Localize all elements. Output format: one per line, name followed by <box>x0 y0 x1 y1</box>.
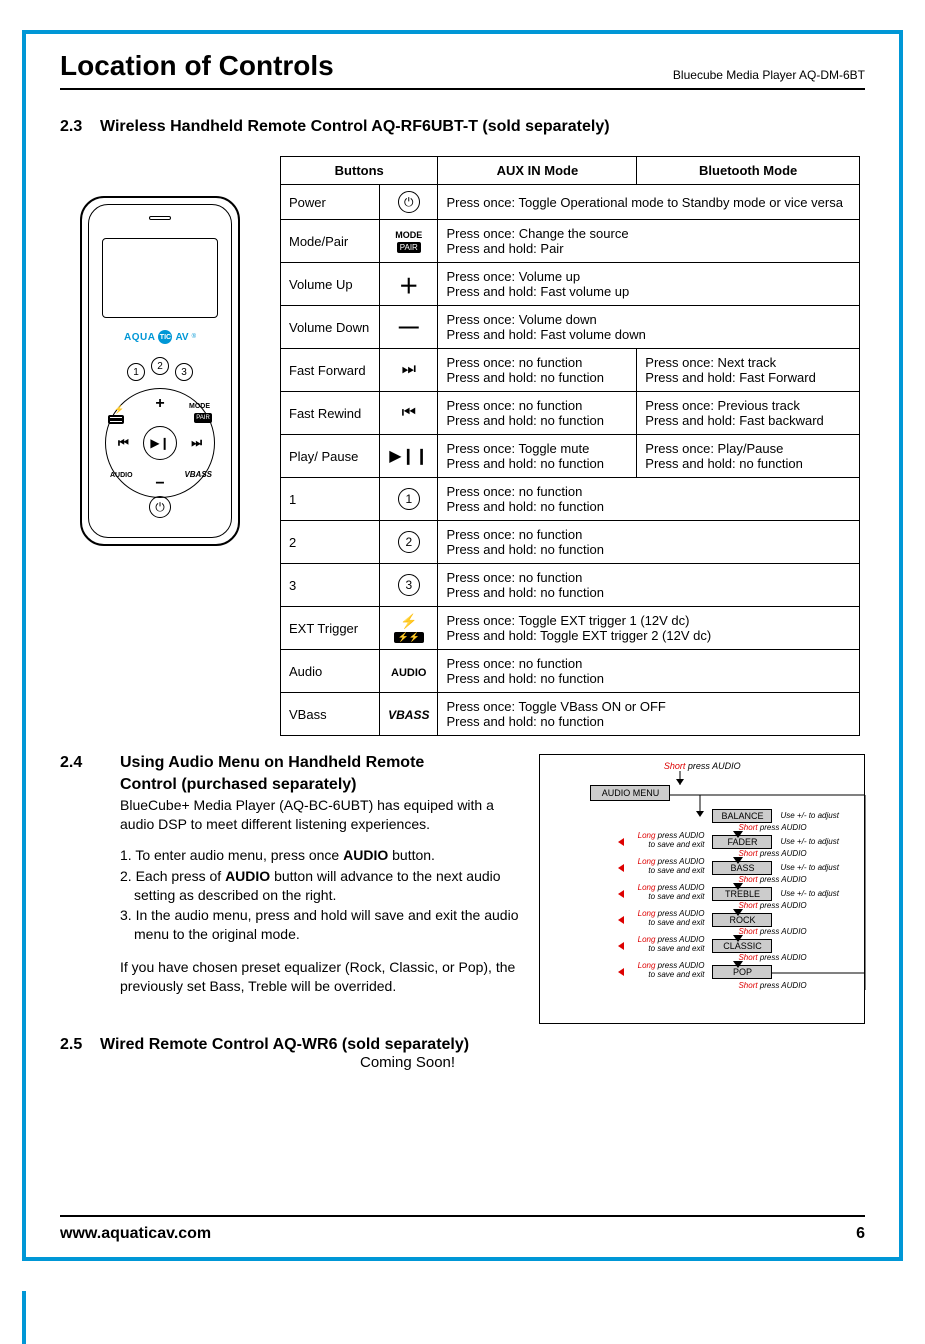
table-row: Mode/Pair MODEPAIR Press once: Change th… <box>281 220 860 263</box>
ext-box-icon <box>108 415 124 424</box>
flow-balance: BALANCE <box>712 809 772 823</box>
table-row: Power ⏻ Press once: Toggle Operational m… <box>281 185 860 220</box>
preset-3-icon: 3 <box>398 574 420 596</box>
audio-label-icon: AUDIO <box>110 472 133 479</box>
audio-text-icon: AUDIO <box>391 667 426 679</box>
audio-menu-flow-diagram: Short press AUDIO AUDIO MENU BALANCE FAD… <box>539 754 865 1024</box>
table-row: Play/ Pause ▶❙❙ Press once: Toggle mute … <box>281 435 860 478</box>
table-row: Audio AUDIO Press once: no function Pres… <box>281 650 860 693</box>
section-2-4-title: 2.4Using Audio Menu on Handheld Remote <box>60 754 519 772</box>
table-row: Fast Forward ⏭ Press once: no function P… <box>281 349 860 392</box>
table-row: 3 3 Press once: no function Press and ho… <box>281 564 860 607</box>
footer-url: www.aquaticav.com <box>60 1225 211 1243</box>
section-2-3-title: 2.3Wireless Handheld Remote Control AQ-R… <box>60 118 865 136</box>
section-2-5: 2.5Wired Remote Control AQ-WR6 (sold sep… <box>60 1036 865 1071</box>
page-number: 6 <box>856 1225 865 1243</box>
mode-label-icon: MODE <box>189 403 210 410</box>
mode-icon: MODE <box>395 230 422 240</box>
preset-2-icon: 2 <box>398 531 420 553</box>
pair-icon: PAIR <box>397 242 421 253</box>
prev-icon: ⏮ <box>118 436 129 451</box>
preset-2-icon: 2 <box>151 357 169 375</box>
play-pause-icon: ▶❙❙ <box>380 435 438 478</box>
fast-forward-icon: ⏭ <box>380 349 438 392</box>
preset-3-icon: 3 <box>175 363 193 381</box>
table-row: Fast Rewind ⏮ Press once: no function Pr… <box>281 392 860 435</box>
minus-icon: — <box>380 306 438 349</box>
model-label: Bluecube Media Player AQ-DM-6BT <box>673 68 865 82</box>
volume-up-icon: + <box>155 395 164 413</box>
preset-1-icon: 1 <box>127 363 145 381</box>
table-row: Volume Up ＋ Press once: Volume up Press … <box>281 263 860 306</box>
power-icon: ⏻ <box>398 191 420 213</box>
preset-1-icon: 1 <box>398 488 420 510</box>
page-footer: www.aquaticav.com 6 <box>60 1215 865 1243</box>
audio-menu-instructions: 1. To enter audio menu, press once AUDIO… <box>120 846 519 944</box>
button-function-table: Buttons AUX IN Mode Bluetooth Mode Power… <box>280 156 860 736</box>
pair-label-icon: PAIR <box>194 413 212 423</box>
next-icon: ⏭ <box>191 436 202 451</box>
power-icon: ⏻ <box>149 496 171 518</box>
fast-rewind-icon: ⏮ <box>380 392 438 435</box>
flow-audio-menu: AUDIO MENU <box>590 785 670 801</box>
remote-illustration: AQUA TIC AV ® 1 2 3 + − ⏮ ⏭ <box>60 156 260 546</box>
play-pause-icon: ▶❙ <box>143 426 177 460</box>
plus-icon: ＋ <box>380 263 438 306</box>
table-row: VBass VBASS Press once: Toggle VBass ON … <box>281 693 860 736</box>
volume-down-icon: − <box>155 475 164 493</box>
table-row: EXT Trigger ⚡⚡⚡ Press once: Toggle EXT t… <box>281 607 860 650</box>
table-row: Volume Down — Press once: Volume down Pr… <box>281 306 860 349</box>
table-row: 1 1 Press once: no function Press and ho… <box>281 478 860 521</box>
table-row: 2 2 Press once: no function Press and ho… <box>281 521 860 564</box>
bolt-icon: ⚡ <box>400 613 417 630</box>
double-bolt-icon: ⚡⚡ <box>394 632 424 643</box>
ext-bolt-icon: ⚡ <box>114 405 124 414</box>
vbass-label-icon: VBASS <box>184 470 212 479</box>
page-title: Location of Controls <box>60 50 334 82</box>
vbass-text-icon: VBASS <box>388 708 429 722</box>
